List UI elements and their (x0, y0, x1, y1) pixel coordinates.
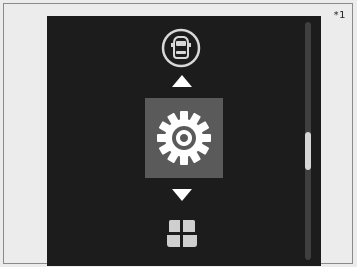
figure-frame: *1 (3, 3, 353, 266)
arrow-up-icon[interactable] (171, 74, 193, 88)
display-screen (47, 16, 321, 266)
footnote-marker: *1 (333, 10, 346, 21)
arrow-down-icon[interactable] (171, 188, 193, 202)
gear-icon (155, 108, 213, 168)
grid-icon[interactable] (165, 218, 199, 250)
car-icon[interactable] (161, 28, 201, 68)
scrollbar-track[interactable] (305, 22, 311, 260)
scrollbar-thumb[interactable] (305, 132, 311, 170)
settings-menu-item[interactable] (145, 98, 223, 178)
